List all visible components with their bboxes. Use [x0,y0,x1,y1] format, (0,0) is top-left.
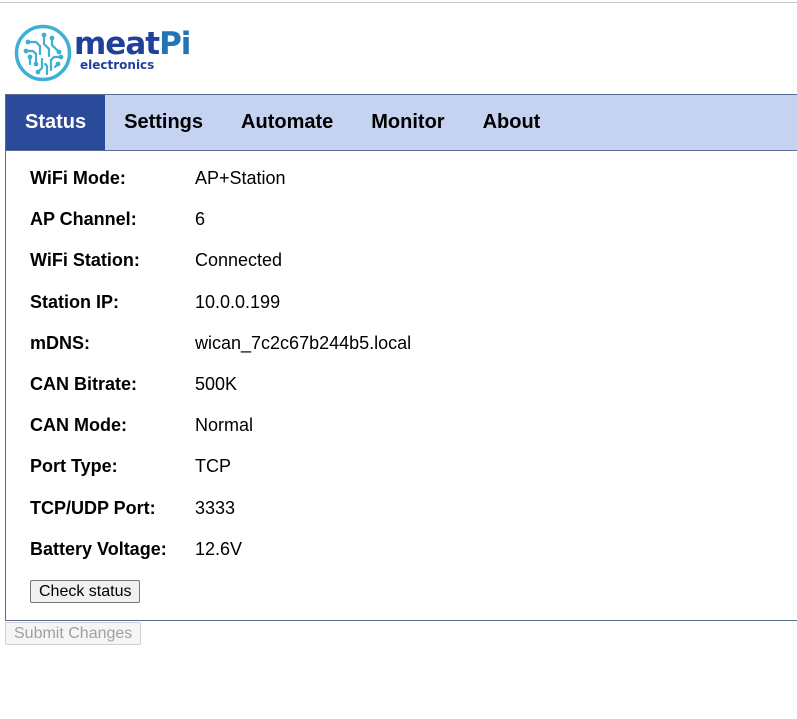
status-label: CAN Bitrate: [30,373,138,394]
tab-automate[interactable]: Automate [222,95,352,150]
brand-name-part2: Pi [159,26,191,62]
status-label: mDNS: [30,332,91,353]
submit-changes-button[interactable]: Submit Changes [5,622,142,645]
status-value: 3333 [195,497,236,518]
check-status-button[interactable]: Check status [30,580,141,603]
status-value: Connected [195,250,283,271]
page-top-border [0,2,797,3]
tab-about[interactable]: About [464,95,560,150]
tab-status[interactable]: Status [6,95,106,150]
status-value: 500K [195,373,238,394]
status-label: WiFi Mode: [30,168,126,188]
tab-settings[interactable]: Settings [105,95,222,150]
tab-bar: Status Settings Automate Monitor About [6,95,797,151]
status-label: Station IP: [30,291,119,312]
status-value: wican_7c2c67b244b5.local [195,332,412,353]
status-value: TCP [195,456,231,477]
status-value: 6 [195,209,206,230]
brand-name-part1: meat [74,26,160,62]
brand-wordmark: meatPi electronics [74,29,191,72]
tab-panel: Status Settings Automate Monitor About W… [5,94,797,621]
status-label: TCP/UDP Port: [30,497,156,518]
status-label: WiFi Station: [30,250,140,271]
status-value: AP+Station [195,168,286,188]
status-value: Normal [195,415,254,436]
meatpi-logo: meatPi electronics [14,24,191,82]
brand-subtitle: electronics [80,58,155,72]
status-label: AP Channel: [30,209,137,230]
status-label: Port Type: [30,456,118,477]
status-label: Battery Voltage: [30,538,167,559]
brand-name: meatPi [74,26,191,62]
status-value: 12.6V [195,538,243,559]
circuit-brain-icon [14,24,72,82]
status-label: CAN Mode: [30,415,127,436]
status-value: 10.0.0.199 [195,291,281,312]
tab-monitor[interactable]: Monitor [352,95,463,150]
